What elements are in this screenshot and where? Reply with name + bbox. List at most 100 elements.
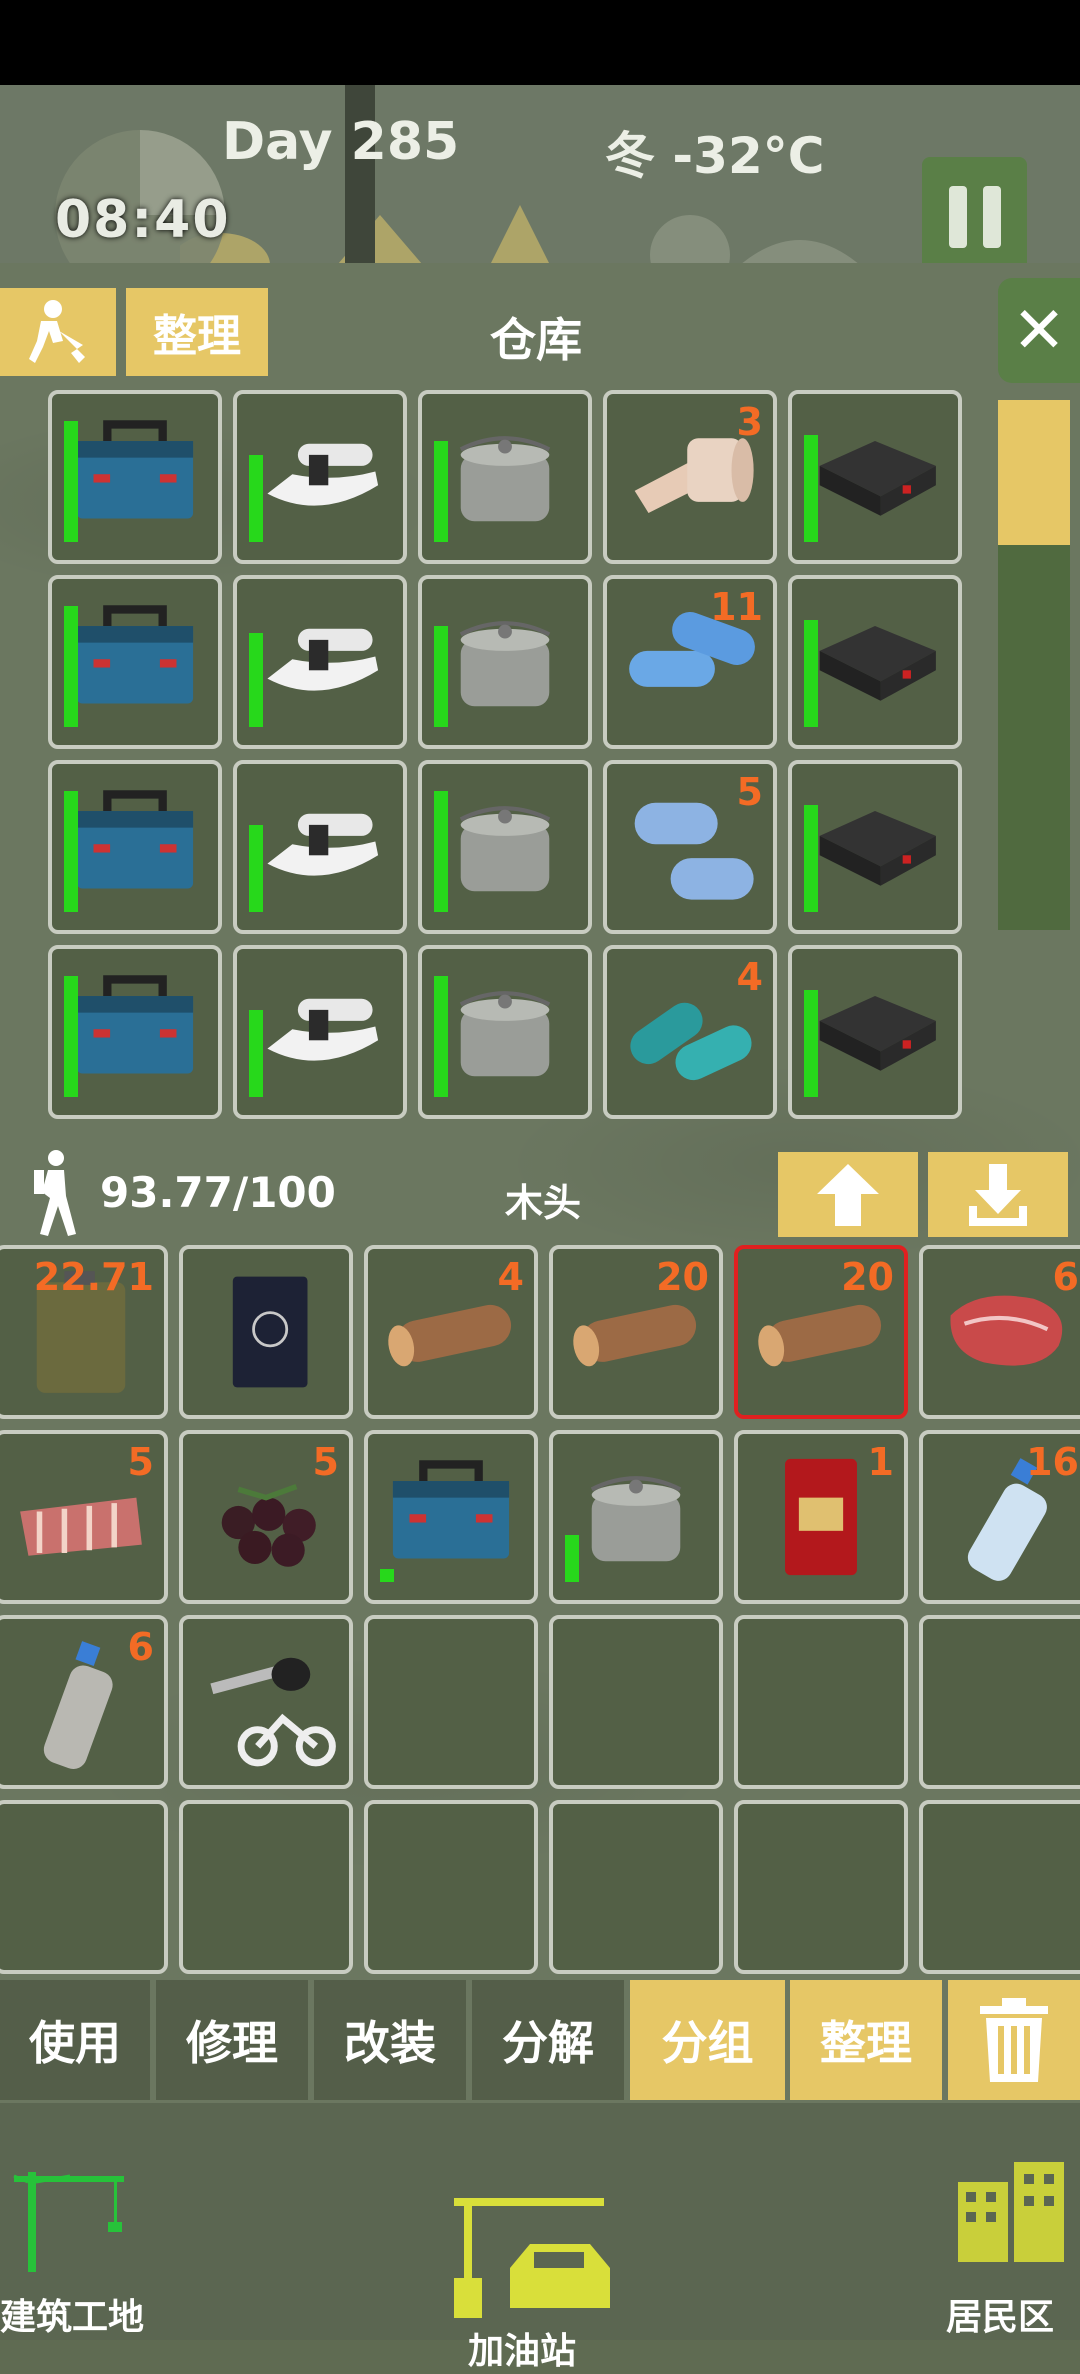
nav-construction[interactable]: 建筑工地 [0, 2150, 150, 2340]
durability-bar [434, 791, 448, 912]
nav-construction-label: 建筑工地 [0, 2297, 145, 2338]
durability-bar [565, 1535, 579, 1582]
durability-bar [249, 633, 263, 727]
construction-button[interactable] [0, 288, 116, 376]
inventory-slot[interactable] [734, 1615, 908, 1789]
inventory-slot[interactable] [364, 1800, 538, 1974]
storage-slot[interactable] [418, 575, 592, 749]
inventory-slot[interactable]: 22.71 [0, 1245, 168, 1419]
inventory-slot[interactable]: 6 [0, 1615, 168, 1789]
durability-bar [434, 441, 448, 542]
storage-slot[interactable] [48, 760, 222, 934]
storage-title: 仓库 [490, 313, 582, 367]
inventory-slot[interactable] [919, 1800, 1080, 1974]
trash-icon [980, 1998, 1048, 2082]
inventory-slot[interactable] [179, 1245, 353, 1419]
item-count: 6 [127, 1625, 154, 1669]
dismantle-button[interactable]: 分解 [472, 1980, 624, 2100]
inventory-slot[interactable] [549, 1800, 723, 1974]
storage-slot[interactable] [48, 575, 222, 749]
motorbike-key-icon [210, 1657, 336, 1767]
inventory-slot[interactable] [734, 1800, 908, 1974]
inventory-slot[interactable]: 1 [734, 1430, 908, 1604]
inventory-slot[interactable]: 16 [919, 1430, 1080, 1604]
item-count: 5 [127, 1440, 154, 1484]
storage-slot[interactable] [233, 760, 407, 934]
storage-slot[interactable] [48, 390, 222, 564]
inventory-slot[interactable]: 20 [734, 1245, 908, 1419]
group-button[interactable]: 分组 [630, 1980, 785, 2100]
delete-button[interactable] [948, 1980, 1080, 2100]
game-day: Day 285 [222, 112, 460, 172]
close-button[interactable]: ✕ [998, 278, 1080, 383]
passport-icon [232, 1276, 308, 1388]
storage-slot[interactable] [788, 390, 962, 564]
inventory-slot[interactable] [179, 1800, 353, 1974]
storage-slot[interactable]: 5 [603, 760, 777, 934]
item-count: 20 [841, 1255, 894, 1299]
storage-slot[interactable] [788, 575, 962, 749]
weather-temperature: 冬 -32°C [605, 127, 825, 185]
use-button[interactable]: 使用 [0, 1980, 150, 2100]
durability-bar [804, 435, 818, 542]
durability-bar [804, 990, 818, 1097]
inventory-slot[interactable] [549, 1430, 723, 1604]
storage-slot[interactable] [233, 945, 407, 1119]
arrow-up-icon [817, 1163, 879, 1226]
durability-bar [434, 626, 448, 727]
walker-weight-icon [34, 1150, 76, 1236]
download-icon [969, 1163, 1027, 1226]
modify-button[interactable]: 改装 [314, 1980, 466, 2100]
hud-silhouettes [180, 205, 858, 263]
storage-slot[interactable] [788, 945, 962, 1119]
item-count: 1 [867, 1440, 894, 1484]
item-count: 22.71 [33, 1255, 154, 1299]
inventory-slot[interactable] [179, 1615, 353, 1789]
pause-icon [982, 186, 1001, 248]
storage-slot[interactable] [788, 760, 962, 934]
sort-storage-button[interactable]: 整理 [126, 288, 268, 376]
storage-slot[interactable] [418, 760, 592, 934]
storage-slot[interactable] [233, 390, 407, 564]
nav-residential[interactable]: 居民区 [940, 2150, 1080, 2340]
inventory-slot[interactable] [919, 1615, 1080, 1789]
storage-slot[interactable]: 4 [603, 945, 777, 1119]
system-status-bar [0, 0, 1080, 85]
selected-item-name: 木头 [505, 1181, 582, 1225]
repair-button[interactable]: 修理 [156, 1980, 308, 2100]
durability-bar [249, 825, 263, 912]
inventory-slot[interactable] [364, 1615, 538, 1789]
move-down-button[interactable] [928, 1152, 1068, 1237]
storage-slot[interactable] [418, 945, 592, 1119]
item-count: 11 [710, 585, 763, 629]
inventory-slot[interactable]: 4 [364, 1245, 538, 1419]
sort-inventory-button[interactable]: 整理 [790, 1980, 942, 2100]
durability-bar [249, 455, 263, 542]
inventory-slot[interactable]: 6 [919, 1245, 1080, 1419]
inventory-slot[interactable] [364, 1430, 538, 1604]
storage-slot[interactable]: 3 [603, 390, 777, 564]
pause-button[interactable] [922, 157, 1027, 277]
crane-icon [13, 2172, 124, 2272]
storage-slot[interactable]: 11 [603, 575, 777, 749]
storage-slot[interactable] [418, 390, 592, 564]
inventory-slot[interactable] [549, 1615, 723, 1789]
storage-slot[interactable] [48, 945, 222, 1119]
item-count: 4 [497, 1255, 524, 1299]
gas-station-icon [454, 2198, 610, 2318]
nav-gas-station[interactable]: 加油站 [440, 2190, 640, 2372]
inventory-slot[interactable] [0, 1800, 168, 1974]
move-up-button[interactable] [778, 1152, 918, 1237]
nav-gas-station-label: 加油站 [468, 2331, 577, 2372]
inventory-slot[interactable]: 5 [179, 1430, 353, 1604]
item-count: 6 [1052, 1255, 1079, 1299]
inventory-slot[interactable]: 20 [549, 1245, 723, 1419]
item-count: 4 [736, 955, 763, 999]
item-count: 20 [656, 1255, 709, 1299]
pause-icon [948, 186, 967, 248]
item-count: 16 [1026, 1440, 1079, 1484]
worker-shovel-icon [29, 300, 85, 363]
storage-scroll-thumb[interactable] [998, 400, 1070, 545]
inventory-slot[interactable]: 5 [0, 1430, 168, 1604]
storage-slot[interactable] [233, 575, 407, 749]
